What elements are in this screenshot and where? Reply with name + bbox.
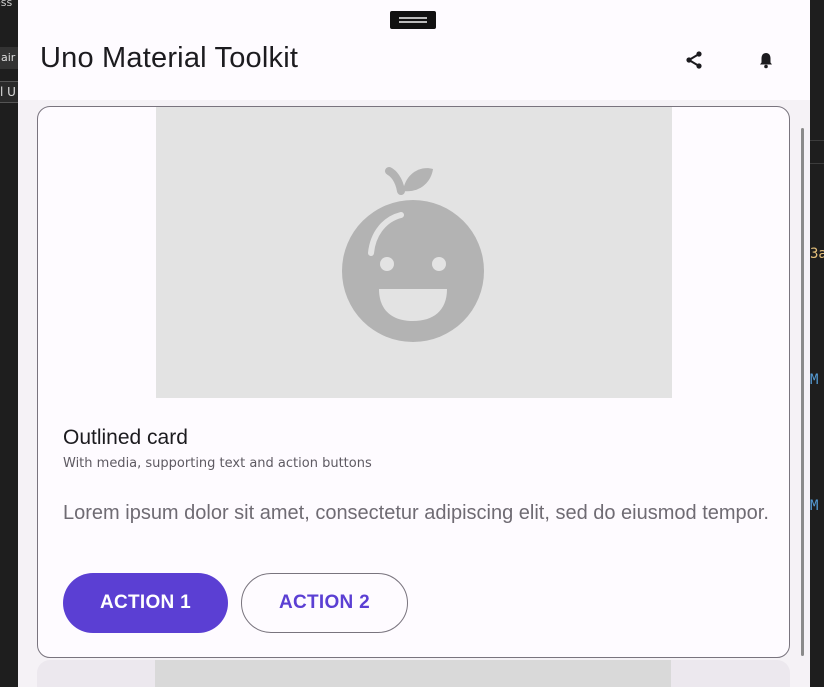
window-drag-handle[interactable]	[390, 11, 436, 29]
ide-background-left: ess air l U	[0, 0, 18, 687]
card-subtitle: With media, supporting text and action b…	[63, 456, 372, 471]
action-2-button[interactable]: ACTION 2	[241, 573, 408, 633]
action-1-label: ACTION 1	[99, 592, 192, 613]
fruit-smiley-placeholder-icon	[342, 166, 484, 342]
ide-input-fragment: l U	[0, 81, 18, 103]
next-card-media	[155, 660, 671, 687]
card-title: Outlined card	[63, 426, 188, 449]
card-supporting-text: Lorem ipsum dolor sit amet, consectetur …	[63, 502, 769, 524]
ide-text-fragment: ess	[0, 0, 13, 9]
app-window: Uno Material Toolkit Outlined card With …	[18, 0, 810, 687]
action-2-label: ACTION 2	[278, 592, 371, 613]
bell-icon[interactable]	[752, 46, 780, 74]
bell-icon-glyph	[760, 53, 772, 69]
next-card	[37, 660, 790, 687]
scrollbar[interactable]	[801, 128, 804, 656]
share-icon[interactable]	[680, 46, 708, 74]
ide-code-fragment: M	[810, 372, 819, 388]
ide-divider	[810, 163, 824, 164]
app-title: Uno Material Toolkit	[40, 42, 299, 74]
share-icon-glyph	[686, 51, 702, 69]
action-1-button[interactable]: ACTION 1	[63, 573, 228, 633]
ide-code-fragment: M	[810, 498, 819, 514]
ide-code-fragment: 3a	[810, 246, 824, 262]
ide-tab-fragment: air	[0, 47, 18, 69]
outlined-card: Outlined card With media, supporting tex…	[37, 106, 790, 658]
ide-divider	[810, 140, 824, 141]
ide-background-right: 3a M M	[810, 0, 824, 687]
card-media	[156, 107, 672, 398]
